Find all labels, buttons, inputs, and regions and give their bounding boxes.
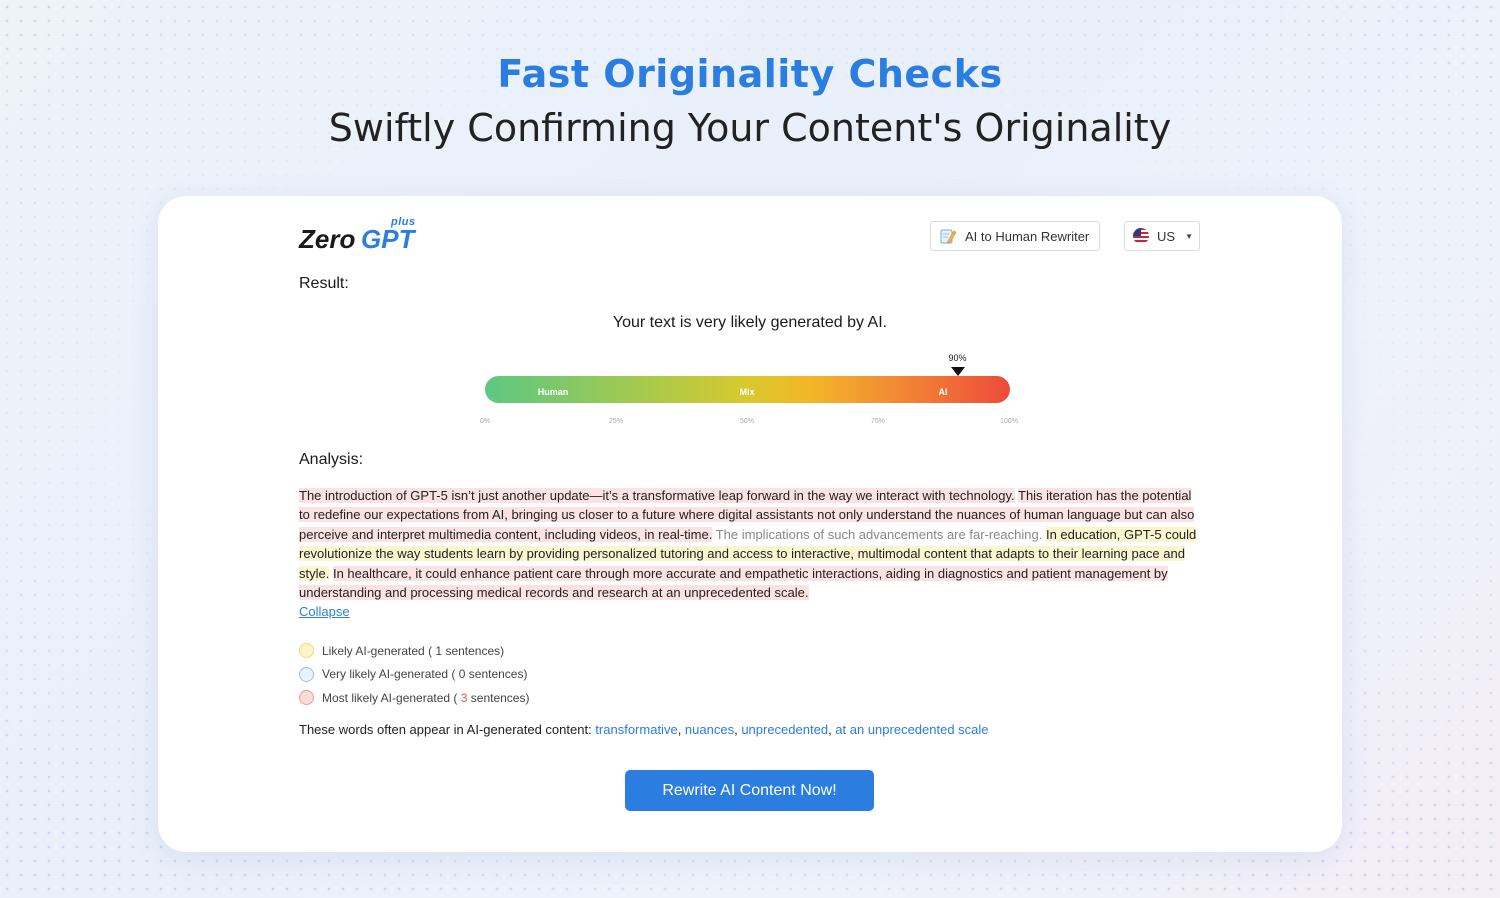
rewrite-ai-content-button[interactable]: Rewrite AI Content Now!	[625, 770, 874, 811]
hero-subtitle: Swiftly Confirming Your Content's Origin…	[328, 106, 1172, 150]
blue-dot-icon	[299, 666, 314, 682]
legend-count: 0	[458, 667, 466, 682]
ai-words-intro: These words often appear in AI-generated…	[299, 722, 596, 737]
collapse-link[interactable]: Collapse	[299, 602, 350, 621]
legend-count: 3	[460, 690, 468, 705]
zone-label-ai: AI	[938, 387, 948, 397]
tick-label: 75%	[870, 418, 886, 425]
ai-word-link[interactable]: unprecedented	[741, 722, 828, 737]
legend-item-likely: Likely AI-generated ( 1 sentences)	[299, 639, 529, 663]
ai-score-gauge: 90% Human Mix AI 0% 25% 50% 75% 100%	[480, 351, 1018, 431]
sentence-most-likely-ai: In healthcare, it could enhance patient …	[299, 565, 1168, 601]
legend-prefix: Likely AI-generated (	[322, 643, 433, 658]
tick-label: 50%	[739, 418, 755, 425]
legend-suffix: sentences)	[468, 667, 528, 682]
rewriter-label: AI to Human Rewriter	[965, 228, 1090, 244]
red-dot-icon	[299, 690, 314, 706]
legend-item-most-likely: Most likely AI-generated ( 3 sentences)	[299, 686, 529, 710]
legend-prefix: Most likely AI-generated (	[322, 690, 458, 705]
ai-word-link[interactable]: transformative	[595, 722, 677, 737]
legend-item-very-likely: Very likely AI-generated ( 0 sentences)	[299, 663, 529, 687]
score-percent-label: 90%	[948, 353, 967, 363]
score-pointer-icon	[950, 367, 965, 376]
logo-gpt-text: GPT	[361, 224, 415, 254]
zone-label-human: Human	[537, 387, 569, 397]
ai-word-link[interactable]: nuances	[685, 722, 734, 737]
sentence-human: The implications of such advancements ar…	[715, 526, 1043, 542]
caret-down-icon: ▼	[1185, 231, 1193, 241]
ai-to-human-rewriter-button[interactable]: AI to Human Rewriter	[930, 221, 1100, 251]
sentence-most-likely-ai: The introduction of GPT-5 isn’t just ano…	[299, 488, 1015, 503]
result-card: Zero GPT plus AI to Human Rewriter US ▼ …	[158, 196, 1342, 852]
verdict-text: Your text is very likely generated by AI…	[612, 314, 888, 331]
logo-zero-text: Zero	[299, 224, 356, 254]
logo-plus-text: plus	[391, 216, 416, 228]
language-label: US	[1157, 228, 1176, 244]
tick-label: 25%	[608, 418, 624, 425]
legend-suffix: sentences)	[470, 690, 530, 705]
result-heading: Result:	[299, 275, 349, 292]
tick-label: 100%	[1000, 418, 1018, 425]
pencil-note-icon	[939, 227, 957, 245]
ai-words-line: These words often appear in AI-generated…	[299, 722, 989, 737]
legend-count: 1	[435, 643, 443, 658]
tick-label: 0%	[479, 418, 491, 425]
us-flag-icon	[1133, 228, 1149, 244]
zerogpt-plus-logo[interactable]: Zero GPT plus	[299, 216, 429, 256]
legend-suffix: sentences)	[445, 643, 505, 658]
analysis-heading: Analysis:	[299, 451, 364, 468]
hero-title: Fast Originality Checks	[497, 52, 1003, 96]
legend-prefix: Very likely AI-generated (	[322, 667, 456, 682]
language-select[interactable]: US ▼	[1124, 221, 1200, 251]
analysis-text-block: The introduction of GPT-5 isn’t just ano…	[299, 486, 1197, 622]
ai-word-link[interactable]: at an unprecedented scale	[835, 722, 988, 737]
yellow-dot-icon	[299, 643, 314, 659]
zone-label-mix: Mix	[739, 387, 755, 397]
sentence-legend: Likely AI-generated ( 1 sentences) Very …	[299, 639, 529, 710]
